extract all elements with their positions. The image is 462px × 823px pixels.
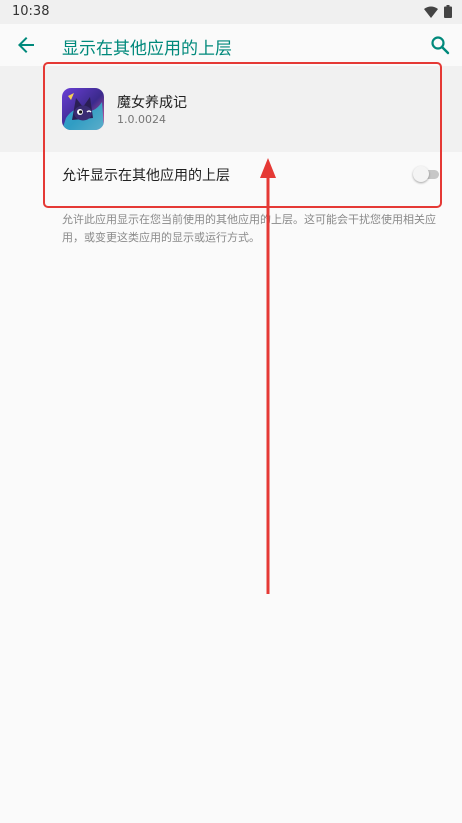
- highlight-box: [43, 62, 442, 208]
- wifi-icon: [424, 6, 438, 18]
- status-bar: 10:38: [0, 0, 462, 24]
- permission-description: 允许此应用显示在您当前使用的其他应用的上层。这可能会干扰您使用相关应用，或变更这…: [62, 213, 436, 244]
- status-icons: [424, 5, 452, 18]
- app-bar: 显示在其他应用的上层: [0, 24, 462, 66]
- battery-icon: [444, 5, 452, 18]
- search-icon[interactable]: [428, 33, 452, 57]
- arrow-back-icon[interactable]: [14, 33, 38, 57]
- page-title: 显示在其他应用的上层: [62, 39, 232, 59]
- status-time: 10:38: [12, 4, 50, 19]
